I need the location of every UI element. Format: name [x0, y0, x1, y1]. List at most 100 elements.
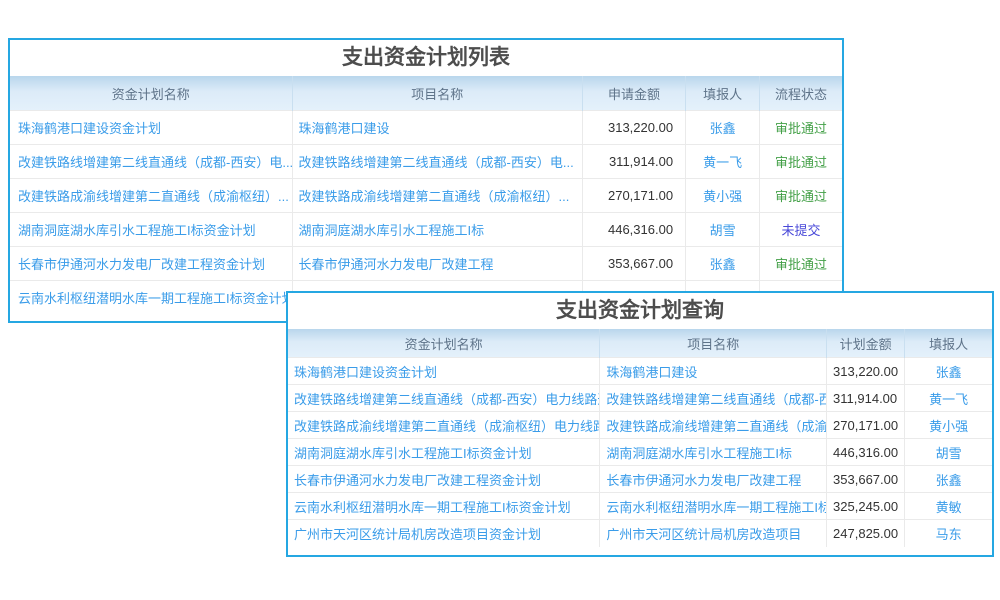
reporter-cell: 黄一飞 [686, 145, 760, 179]
column-header: 填报人 [905, 329, 992, 358]
fund-plan-name-link[interactable]: 改建铁路成渝线增建第二直通线（成渝枢纽）... [18, 189, 289, 204]
project-name-link[interactable]: 珠海鹤港口建设 [299, 121, 390, 136]
plan-amount-cell: 313,220.00 [827, 358, 905, 385]
reporter-link[interactable]: 胡雪 [710, 223, 736, 238]
reporter-cell: 张鑫 [686, 247, 760, 281]
reporter-cell: 黄小强 [905, 412, 992, 439]
page-title: 支出资金计划查询 [288, 293, 992, 329]
table-row: 改建铁路成渝线增建第二直通线（成渝枢纽）电力线路迁改建铁路成渝线增建第二直通线（… [288, 412, 992, 439]
process-status-cell: 审批通过 [760, 111, 842, 145]
process-status-cell: 未提交 [760, 213, 842, 247]
process-status-cell: 审批通过 [760, 247, 842, 281]
page-title: 支出资金计划列表 [10, 40, 842, 76]
reporter-link[interactable]: 张鑫 [936, 365, 962, 380]
fund-plan-name-link[interactable]: 长春市伊通河水力发电厂改建工程资金计划 [18, 257, 265, 272]
reporter-link[interactable]: 黄小强 [929, 419, 968, 434]
column-header: 项目名称 [600, 329, 827, 358]
status-badge: 审批通过 [775, 155, 827, 170]
project-name-link[interactable]: 广州市天河区统计局机房改造项目 [606, 527, 801, 542]
fund-plan-name-link[interactable]: 湖南洞庭湖水库引水工程施工I标资金计划 [294, 446, 532, 461]
column-header: 流程状态 [760, 76, 842, 111]
table-row: 长春市伊通河水力发电厂改建工程资金计划 长春市伊通河水力发电厂改建工程 353,66… [10, 247, 842, 281]
reporter-cell: 张鑫 [905, 358, 992, 385]
fund-plan-name-cell: 湖南洞庭湖水库引水工程施工I标资金计划 [10, 213, 292, 247]
expense-plan-query-table: 资金计划名称项目名称计划金额填报人 珠海鹤港口建设资金计划 珠海鹤港口建设 313,… [288, 329, 992, 547]
fund-plan-name-cell: 长春市伊通河水力发电厂改建工程资金计划 [10, 247, 292, 281]
project-name-link[interactable]: 改建铁路线增建第二线直通线（成都-西安 [606, 392, 826, 407]
fund-plan-name-link[interactable]: 云南水利枢纽潜明水库一期工程施工I标资金计划 [294, 500, 571, 515]
fund-plan-name-link[interactable]: 长春市伊通河水力发电厂改建工程资金计划 [294, 473, 541, 488]
project-name-cell: 长春市伊通河水力发电厂改建工程 [600, 466, 827, 493]
plan-amount-cell: 311,914.00 [827, 385, 905, 412]
reporter-link[interactable]: 黄小强 [703, 189, 742, 204]
fund-plan-name-cell: 改建铁路成渝线增建第二直通线（成渝枢纽）电力线路迁 [288, 412, 600, 439]
column-header: 计划金额 [827, 329, 905, 358]
plan-amount-cell: 325,245.00 [827, 493, 905, 520]
fund-plan-name-cell: 珠海鹤港口建设资金计划 [288, 358, 600, 385]
project-name-cell: 长春市伊通河水力发电厂改建工程 [292, 247, 582, 281]
project-name-link[interactable]: 湖南洞庭湖水库引水工程施工I标 [606, 446, 792, 461]
project-name-link[interactable]: 长春市伊通河水力发电厂改建工程 [299, 257, 494, 272]
table-row: 改建铁路成渝线增建第二直通线（成渝枢纽）... 改建铁路成渝线增建第二直通线（成渝… [10, 179, 842, 213]
fund-plan-name-cell: 湖南洞庭湖水库引水工程施工I标资金计划 [288, 439, 600, 466]
table-row: 改建铁路线增建第二线直通线（成都-西安）电力线路迁改建铁路线增建第二线直通线（成… [288, 385, 992, 412]
request-amount-cell: 353,667.00 [582, 247, 685, 281]
status-badge: 审批通过 [775, 121, 827, 136]
project-name-link[interactable]: 云南水利枢纽潜明水库一期工程施工I标 [606, 500, 826, 515]
column-header: 资金计划名称 [10, 76, 292, 111]
fund-plan-name-cell: 云南水利枢纽潜明水库一期工程施工I标资金计划 [10, 281, 292, 315]
fund-plan-name-link[interactable]: 改建铁路成渝线增建第二直通线（成渝枢纽）电力线路迁 [294, 419, 600, 434]
reporter-link[interactable]: 马东 [936, 527, 962, 542]
reporter-link[interactable]: 胡雪 [936, 446, 962, 461]
project-name-link[interactable]: 长春市伊通河水力发电厂改建工程 [606, 473, 801, 488]
project-name-cell: 改建铁路线增建第二线直通线（成都-西安 [600, 385, 827, 412]
column-header: 资金计划名称 [288, 329, 600, 358]
fund-plan-name-link[interactable]: 广州市天河区统计局机房改造项目资金计划 [294, 527, 541, 542]
plan-amount-cell: 247,825.00 [827, 520, 905, 547]
request-amount-cell: 446,316.00 [582, 213, 685, 247]
reporter-cell: 马东 [905, 520, 992, 547]
status-badge: 审批通过 [775, 189, 827, 204]
project-name-link[interactable]: 湖南洞庭湖水库引水工程施工I标 [299, 223, 485, 238]
fund-plan-name-link[interactable]: 湖南洞庭湖水库引水工程施工I标资金计划 [18, 223, 256, 238]
project-name-link[interactable]: 改建铁路成渝线增建第二直通线（成渝枢 [606, 419, 826, 434]
table-row: 云南水利枢纽潜明水库一期工程施工I标资金计划 云南水利枢纽潜明水库一期工程施工I标… [288, 493, 992, 520]
project-name-cell: 广州市天河区统计局机房改造项目 [600, 520, 827, 547]
reporter-link[interactable]: 黄一飞 [703, 155, 742, 170]
reporter-link[interactable]: 张鑫 [936, 473, 962, 488]
reporter-cell: 胡雪 [686, 213, 760, 247]
column-header: 项目名称 [292, 76, 582, 111]
plan-amount-cell: 270,171.00 [827, 412, 905, 439]
table-header: 资金计划名称项目名称计划金额填报人 [288, 329, 992, 358]
table-row: 珠海鹤港口建设资金计划珠海鹤港口建设313,220.00张鑫审批通过 [10, 111, 842, 145]
status-badge: 审批通过 [775, 257, 827, 272]
fund-plan-name-link[interactable]: 珠海鹤港口建设资金计划 [294, 365, 437, 380]
project-name-cell: 湖南洞庭湖水库引水工程施工I标 [292, 213, 582, 247]
project-name-link[interactable]: 改建铁路成渝线增建第二直通线（成渝枢纽）... [299, 189, 570, 204]
reporter-link[interactable]: 张鑫 [710, 257, 736, 272]
reporter-link[interactable]: 张鑫 [710, 121, 736, 136]
reporter-cell: 黄一飞 [905, 385, 992, 412]
reporter-cell: 黄敏 [905, 493, 992, 520]
fund-plan-name-cell: 长春市伊通河水力发电厂改建工程资金计划 [288, 466, 600, 493]
fund-plan-name-link[interactable]: 珠海鹤港口建设资金计划 [18, 121, 161, 136]
reporter-link[interactable]: 黄敏 [936, 500, 962, 515]
project-name-cell: 珠海鹤港口建设 [600, 358, 827, 385]
project-name-cell: 改建铁路成渝线增建第二直通线（成渝枢纽）... [292, 179, 582, 213]
fund-plan-name-link[interactable]: 改建铁路线增建第二线直通线（成都-西安）电力线路迁 [294, 392, 600, 407]
table-row: 改建铁路线增建第二线直通线（成都-西安）电... 改建铁路线增建第二线直通线（成都… [10, 145, 842, 179]
reporter-link[interactable]: 黄一飞 [929, 392, 968, 407]
fund-plan-name-link[interactable]: 云南水利枢纽潜明水库一期工程施工I标资金计划 [18, 291, 292, 306]
table-row: 湖南洞庭湖水库引水工程施工I标资金计划 湖南洞庭湖水库引水工程施工I标 446,31… [288, 439, 992, 466]
request-amount-cell: 311,914.00 [582, 145, 685, 179]
project-name-cell: 改建铁路成渝线增建第二直通线（成渝枢 [600, 412, 827, 439]
table-header: 资金计划名称项目名称申请金额填报人流程状态 [10, 76, 842, 111]
project-name-link[interactable]: 改建铁路线增建第二线直通线（成都-西安）电... [299, 155, 574, 170]
fund-plan-name-cell: 广州市天河区统计局机房改造项目资金计划 [288, 520, 600, 547]
project-name-link[interactable]: 珠海鹤港口建设 [606, 365, 697, 380]
plan-amount-cell: 446,316.00 [827, 439, 905, 466]
expense-plan-list-panel: 支出资金计划列表 资金计划名称项目名称申请金额填报人流程状态 珠海鹤港口建设资金… [8, 38, 844, 323]
fund-plan-name-cell: 改建铁路线增建第二线直通线（成都-西安）电... [10, 145, 292, 179]
fund-plan-name-cell: 改建铁路成渝线增建第二直通线（成渝枢纽）... [10, 179, 292, 213]
fund-plan-name-link[interactable]: 改建铁路线增建第二线直通线（成都-西安）电... [18, 155, 292, 170]
